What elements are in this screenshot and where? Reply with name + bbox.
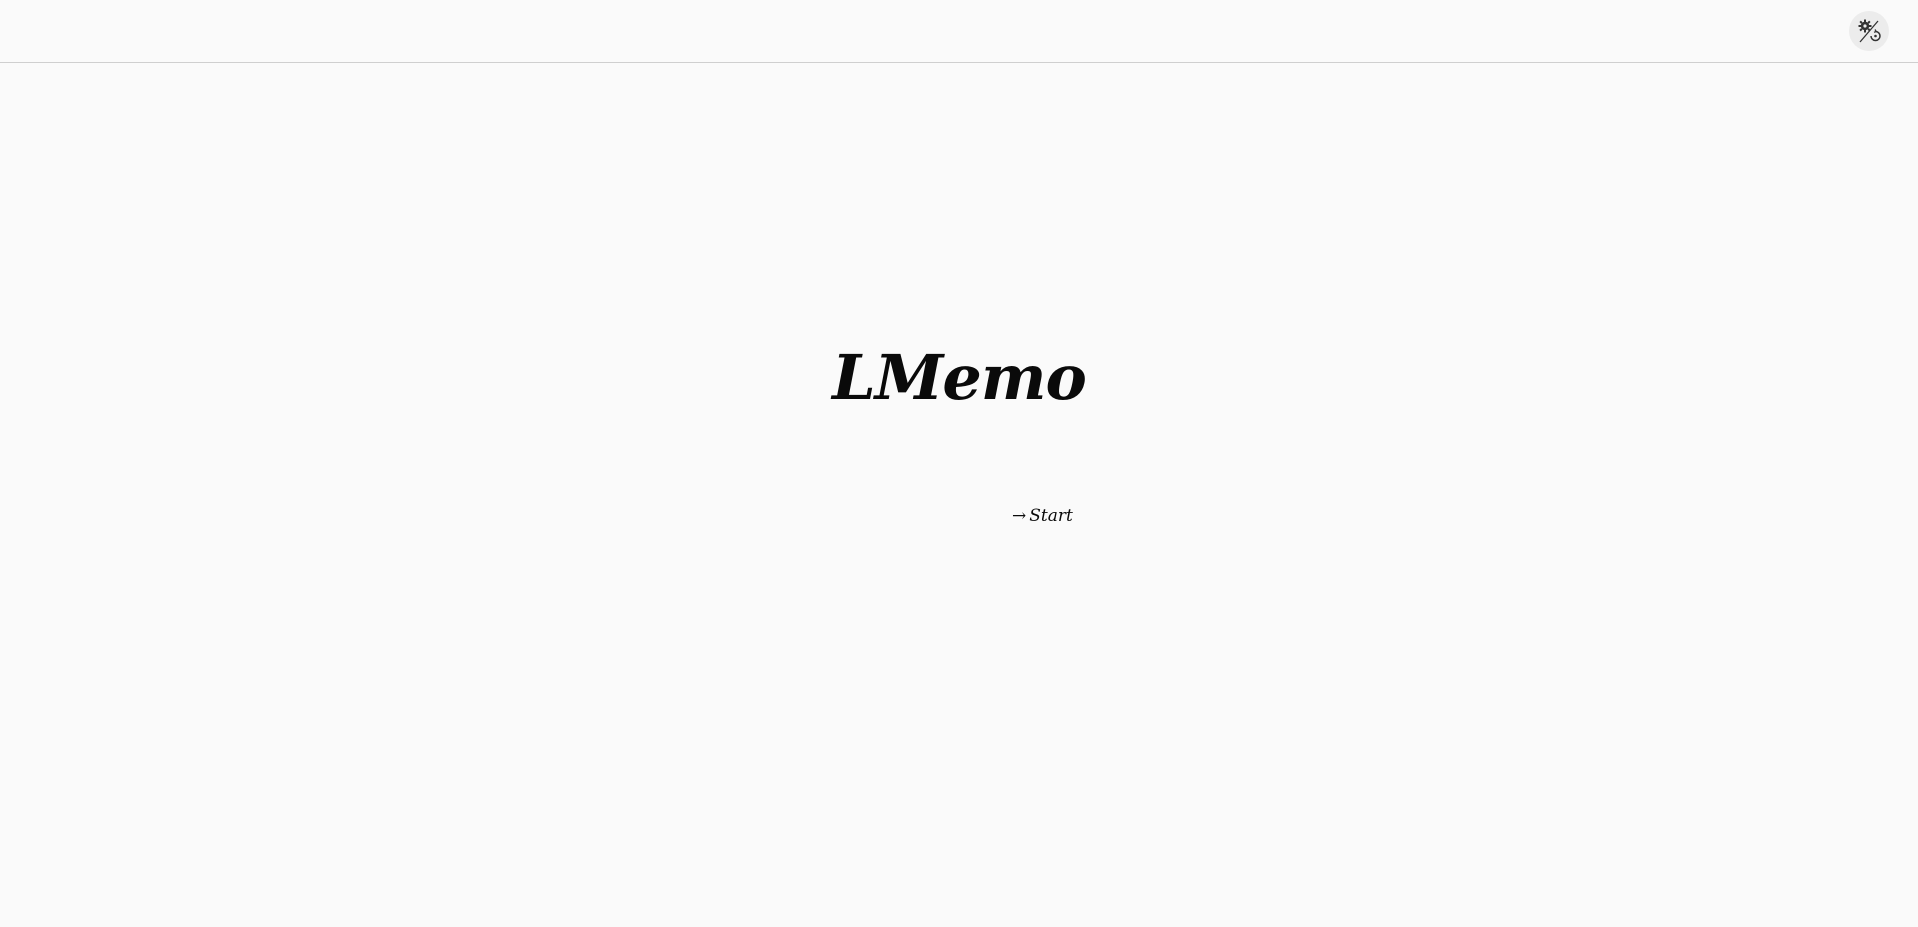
top-bar	[0, 0, 1918, 63]
start-link[interactable]: → Start	[1012, 505, 1073, 527]
app-title: LMemo	[832, 341, 1087, 414]
arrow-right-icon: →	[1012, 506, 1027, 526]
settings-gear-icon	[1858, 19, 1881, 43]
hero-section	[0, 63, 1918, 927]
settings-button[interactable]	[1849, 11, 1889, 51]
start-label: Start	[1029, 506, 1073, 526]
